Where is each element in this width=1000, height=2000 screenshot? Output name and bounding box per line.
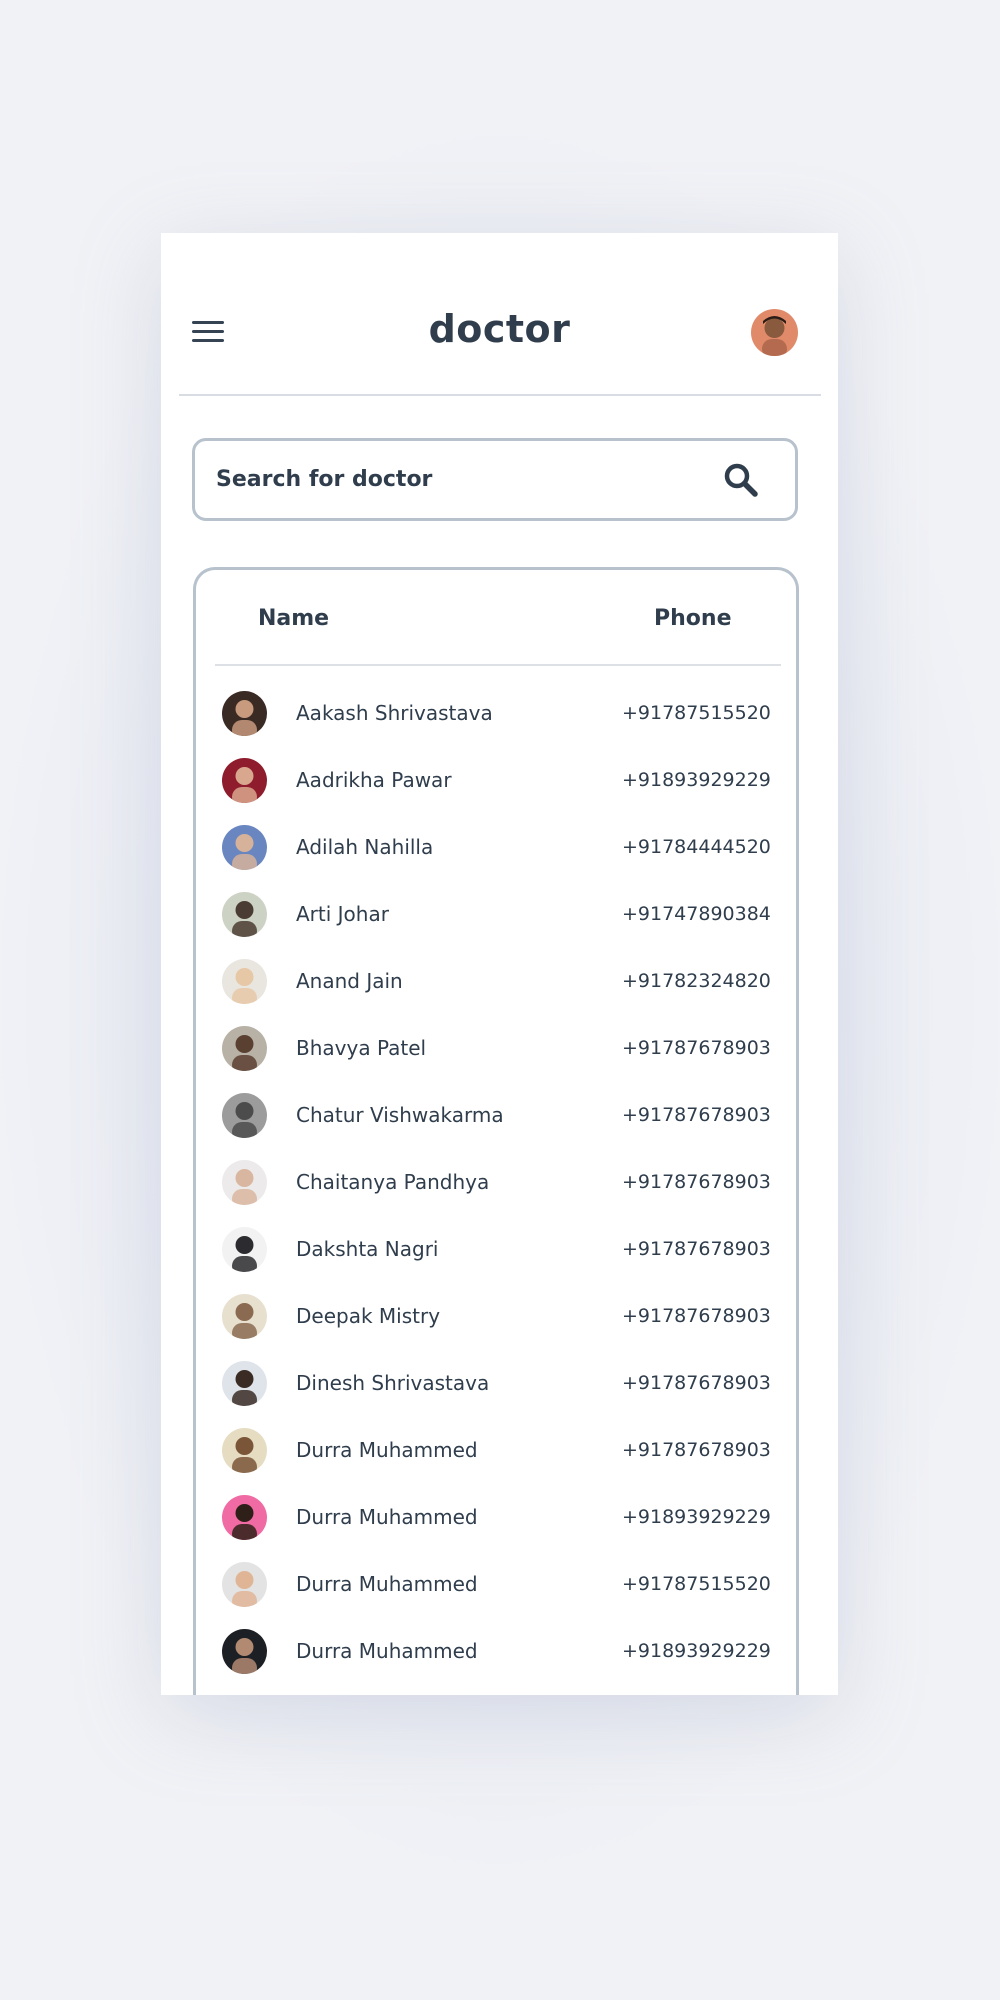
table-row[interactable]: Anand Jain +91782324820 [196, 959, 796, 1026]
doctor-phone: +91782324820 [622, 970, 771, 992]
doctor-avatar [222, 1495, 267, 1540]
doctor-phone: +91787678903 [622, 1104, 771, 1126]
table-row[interactable]: Chatur Vishwakarma +91787678903 [196, 1093, 796, 1160]
doctor-name: Dinesh Shrivastava [296, 1371, 490, 1395]
doctor-table: Name Phone Aakash Shrivastava +9178751552… [193, 567, 799, 1695]
doctor-name: Chaitanya Pandhya [296, 1170, 490, 1194]
doctor-name: Aakash Shrivastava [296, 701, 493, 725]
doctor-name: Durra Muhammed [296, 1572, 478, 1596]
doctor-avatar [222, 1428, 267, 1473]
app-header: doctor [161, 233, 838, 395]
doctor-name: Adilah Nahilla [296, 835, 434, 859]
search-input[interactable]: Search for doctor [216, 441, 432, 518]
table-header: Name Phone [196, 570, 796, 664]
table-row[interactable]: Aakash Shrivastava +91787515520 [196, 691, 796, 758]
header-divider [179, 394, 821, 396]
table-row[interactable]: Durra Muhammed +91893929229 [196, 1495, 796, 1562]
profile-avatar-image [751, 309, 798, 356]
doctor-name: Bhavya Patel [296, 1036, 427, 1060]
doctor-phone: +91747890384 [622, 903, 771, 925]
doctor-avatar [222, 1026, 267, 1071]
doctor-phone: +91787678903 [622, 1305, 771, 1327]
table-row[interactable]: Durra Muhammed +91787678903 [196, 1428, 796, 1495]
table-row[interactable]: Chaitanya Pandhya +91787678903 [196, 1160, 796, 1227]
doctor-avatar [222, 1294, 267, 1339]
doctor-phone: +91787678903 [622, 1037, 771, 1059]
doctor-avatar [222, 825, 267, 870]
table-row[interactable]: Arti Johar +91747890384 [196, 892, 796, 959]
doctor-name: Durra Muhammed [296, 1505, 478, 1529]
table-row[interactable]: Durra Muhammed +91893929229 [196, 1629, 796, 1695]
table-row[interactable]: Deepak Mistry +91787678903 [196, 1294, 796, 1361]
doctor-name: Durra Muhammed [296, 1438, 478, 1462]
doctor-phone: +91787678903 [622, 1372, 771, 1394]
doctor-name: Chatur Vishwakarma [296, 1103, 504, 1127]
doctor-phone: +91787678903 [622, 1238, 771, 1260]
doctor-avatar [222, 691, 267, 736]
doctor-avatar [222, 892, 267, 937]
table-row[interactable]: Dakshta Nagri +91787678903 [196, 1227, 796, 1294]
page-title: doctor [428, 307, 571, 351]
column-header-phone[interactable]: Phone [654, 606, 731, 631]
doctor-phone: +91893929229 [622, 769, 771, 791]
doctor-name: Aadrikha Pawar [296, 768, 452, 792]
doctor-name: Deepak Mistry [296, 1304, 441, 1328]
profile-avatar[interactable] [751, 309, 798, 356]
table-row[interactable]: Dinesh Shrivastava +91787678903 [196, 1361, 796, 1428]
doctor-avatar [222, 1227, 267, 1272]
column-header-name[interactable]: Name [258, 606, 329, 631]
doctor-phone: +91784444520 [622, 836, 771, 858]
table-row[interactable]: Durra Muhammed +91787515520 [196, 1562, 796, 1629]
doctor-avatar [222, 1562, 267, 1607]
doctor-name: Dakshta Nagri [296, 1237, 439, 1261]
table-header-divider [215, 664, 781, 666]
doctor-name: Anand Jain [296, 969, 403, 993]
doctor-avatar [222, 959, 267, 1004]
doctor-avatar [222, 1629, 267, 1674]
table-row[interactable]: Bhavya Patel +91787678903 [196, 1026, 796, 1093]
doctor-name: Arti Johar [296, 902, 389, 926]
doctor-phone: +91893929229 [622, 1506, 771, 1528]
app-screen: doctor Search for doctor Name Phone Aaka… [161, 233, 838, 1695]
doctor-name: Durra Muhammed [296, 1639, 478, 1663]
doctor-phone: +91787515520 [622, 702, 771, 724]
table-body: Aakash Shrivastava +91787515520 Aadrikha P… [196, 691, 796, 1695]
doctor-phone: +91787678903 [622, 1171, 771, 1193]
search-icon[interactable] [723, 462, 759, 498]
search-field[interactable]: Search for doctor [192, 438, 798, 521]
doctor-avatar [222, 758, 267, 803]
doctor-phone: +91787515520 [622, 1573, 771, 1595]
table-row[interactable]: Aadrikha Pawar +91893929229 [196, 758, 796, 825]
doctor-avatar [222, 1160, 267, 1205]
doctor-avatar [222, 1093, 267, 1138]
doctor-phone: +91787678903 [622, 1439, 771, 1461]
table-row[interactable]: Adilah Nahilla +91784444520 [196, 825, 796, 892]
doctor-avatar [222, 1361, 267, 1406]
doctor-phone: +91893929229 [622, 1640, 771, 1662]
